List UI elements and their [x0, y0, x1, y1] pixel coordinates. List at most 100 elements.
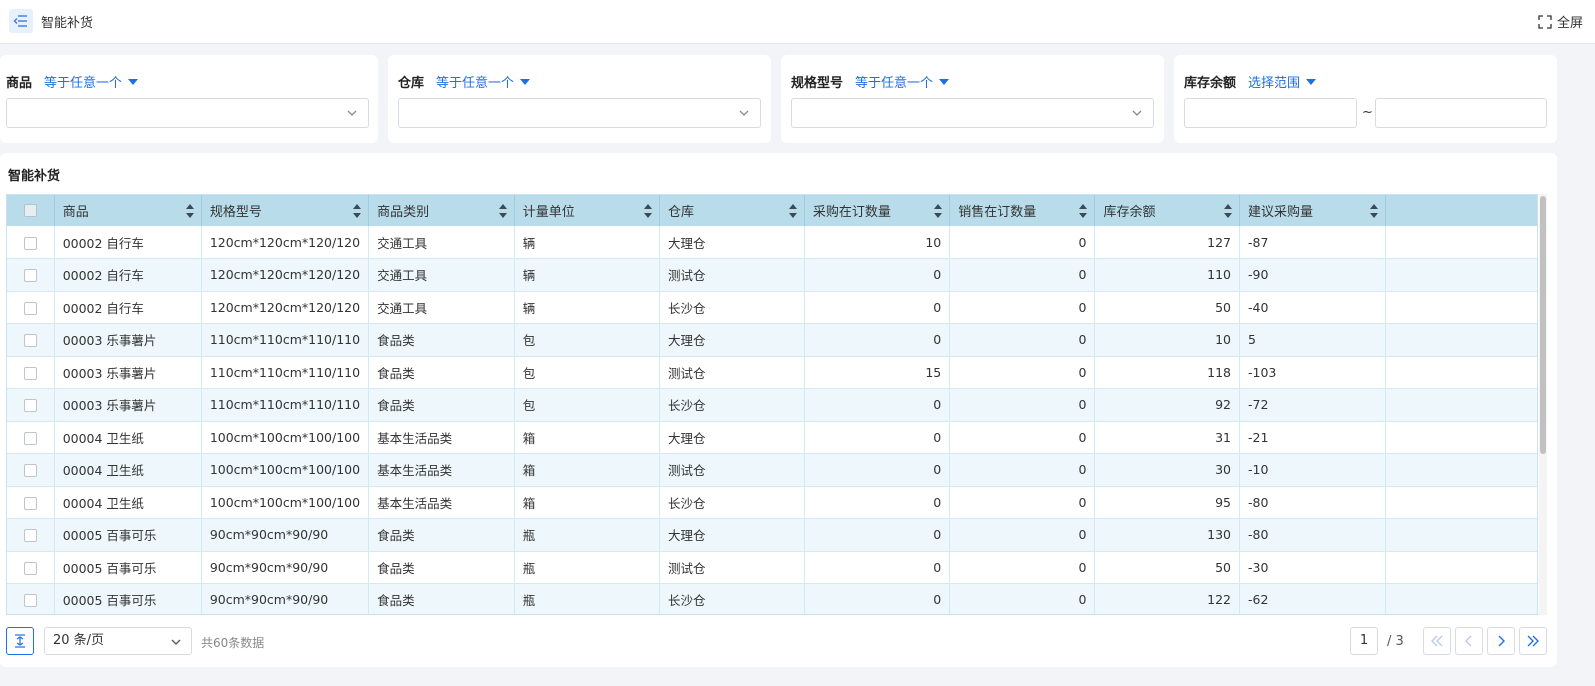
fullscreen-icon — [1538, 14, 1552, 29]
table-cell: 127 — [1094, 226, 1241, 259]
table-row[interactable]: 00004 卫生纸 100cm*100cm*100/100 基本生活品类箱测试仓 0 0… — [7, 453, 1537, 487]
stock-max-input[interactable] — [1375, 98, 1547, 128]
first-page-button[interactable] — [1423, 627, 1451, 655]
table-row[interactable]: 00005 百事可乐 90cm*90cm*90/90 食品类瓶测试仓 0 0 50 -30 — [7, 551, 1537, 584]
table-cell: 包 — [514, 323, 661, 357]
table-row[interactable]: 00005 百事可乐 90cm*90cm*90/90 食品类瓶大理仓 0 0 130 -80 — [7, 518, 1537, 552]
table-cell: -40 — [1239, 291, 1386, 324]
table-row[interactable]: 00005 百事可乐 90cm*90cm*90/90 食品类瓶长沙仓 0 0 122 -62 — [7, 583, 1537, 614]
row-checkbox[interactable] — [7, 291, 55, 324]
table-cell: 瓶 — [514, 583, 661, 614]
table-cell: 0 — [949, 551, 1096, 584]
next-page-button[interactable] — [1487, 627, 1515, 655]
sort-icon[interactable] — [1078, 203, 1088, 219]
sort-icon[interactable] — [1369, 203, 1379, 219]
table-cell: 长沙仓 — [659, 291, 805, 324]
warehouse-select[interactable] — [398, 98, 761, 128]
chevron-left-icon — [1465, 635, 1472, 647]
column-header[interactable]: 采购在订数量 — [804, 195, 951, 226]
row-checkbox[interactable] — [7, 551, 55, 584]
table-row[interactable]: 00003 乐事薯片 110cm*110cm*110/110 食品类包大理仓 0 0 10… — [7, 323, 1537, 357]
row-checkbox[interactable] — [7, 486, 55, 519]
expand-button[interactable] — [6, 627, 34, 655]
table-cell: 测试仓 — [659, 551, 805, 584]
table-cell: 50 — [1094, 551, 1241, 584]
select-all-checkbox[interactable] — [7, 195, 55, 226]
column-header[interactable]: 计量单位 — [514, 195, 661, 226]
table-cell: 00004 卫生纸 — [54, 486, 202, 519]
table-cell: 15 — [804, 356, 951, 389]
column-header[interactable]: 销售在订数量 — [949, 195, 1096, 226]
column-header[interactable]: 库存余额 — [1094, 195, 1241, 226]
table-cell: 92 — [1094, 388, 1241, 422]
prev-page-button[interactable] — [1455, 627, 1483, 655]
row-filler — [1385, 583, 1537, 614]
current-page-input[interactable]: 1 — [1350, 627, 1378, 655]
table-cell: 0 — [949, 258, 1096, 292]
product-select[interactable] — [6, 98, 369, 128]
stock-min-input[interactable] — [1184, 98, 1357, 128]
column-header[interactable]: 商品 — [54, 195, 202, 226]
sort-icon[interactable] — [185, 203, 195, 219]
table-cell: 00002 自行车 — [54, 258, 202, 292]
menu-collapse-icon[interactable] — [9, 9, 33, 33]
row-checkbox[interactable] — [7, 453, 55, 487]
row-checkbox[interactable] — [7, 518, 55, 552]
table-cell: -62 — [1239, 583, 1386, 614]
table-cell: 箱 — [514, 453, 661, 487]
filter-operator-dropdown[interactable]: 等于任意一个 — [44, 72, 139, 91]
table-row[interactable]: 00002 自行车 120cm*120cm*120/120 交通工具辆长沙仓 0 0 50… — [7, 291, 1537, 324]
table-cell: 食品类 — [368, 518, 515, 552]
table-row[interactable]: 00004 卫生纸 100cm*100cm*100/100 基本生活品类箱长沙仓 0 0… — [7, 486, 1537, 519]
column-header[interactable]: 规格型号 — [201, 195, 370, 226]
sort-icon[interactable] — [1223, 203, 1233, 219]
sort-icon[interactable] — [933, 203, 943, 219]
table-cell: 5 — [1239, 323, 1386, 357]
row-checkbox[interactable] — [7, 583, 55, 614]
header-filler — [1385, 195, 1537, 226]
scrollbar-thumb[interactable] — [1540, 196, 1546, 454]
filter-operator-dropdown[interactable]: 等于任意一个 — [436, 72, 531, 91]
filter-stock-balance: 库存余额 选择范围 ~ — [1174, 55, 1557, 143]
table-cell: 0 — [949, 421, 1096, 454]
table-cell: 交通工具 — [368, 226, 515, 259]
table-cell: 食品类 — [368, 583, 515, 614]
sort-icon[interactable] — [788, 203, 798, 219]
sort-icon[interactable] — [498, 203, 508, 219]
row-checkbox[interactable] — [7, 356, 55, 389]
column-header[interactable]: 商品类别 — [368, 195, 515, 226]
row-filler — [1385, 323, 1537, 357]
filter-operator-dropdown[interactable]: 等于任意一个 — [855, 72, 950, 91]
table-cell: 10 — [804, 226, 951, 259]
vertical-scrollbar[interactable] — [1539, 194, 1547, 615]
table-row[interactable]: 00002 自行车 120cm*120cm*120/120 交通工具辆测试仓 0 0 11… — [7, 258, 1537, 292]
table-cell: 箱 — [514, 486, 661, 519]
table-cell: 00005 百事可乐 — [54, 583, 202, 614]
table-cell: 瓶 — [514, 551, 661, 584]
row-checkbox[interactable] — [7, 226, 55, 259]
page-size-select[interactable]: 20 条/页 — [44, 627, 192, 655]
filter-operator-dropdown[interactable]: 选择范围 — [1248, 72, 1317, 91]
last-page-button[interactable] — [1519, 627, 1547, 655]
spec-select[interactable] — [791, 98, 1154, 128]
table-row[interactable]: 00003 乐事薯片 110cm*110cm*110/110 食品类包测试仓 15 0 1… — [7, 356, 1537, 389]
table-row[interactable]: 00002 自行车 120cm*120cm*120/120 交通工具辆大理仓 10 0 1… — [7, 226, 1537, 259]
row-checkbox[interactable] — [7, 323, 55, 357]
row-filler — [1385, 453, 1537, 487]
row-checkbox[interactable] — [7, 388, 55, 422]
table-row[interactable]: 00003 乐事薯片 110cm*110cm*110/110 食品类包长沙仓 0 0 92… — [7, 388, 1537, 422]
column-header[interactable]: 仓库 — [659, 195, 805, 226]
row-checkbox[interactable] — [7, 421, 55, 454]
sort-icon[interactable] — [643, 203, 653, 219]
table-cell: 包 — [514, 388, 661, 422]
range-separator: ~ — [1362, 105, 1373, 120]
row-checkbox[interactable] — [7, 258, 55, 292]
table-row[interactable]: 00004 卫生纸 100cm*100cm*100/100 基本生活品类箱大理仓 0 0… — [7, 421, 1537, 454]
table-cell: 122 — [1094, 583, 1241, 614]
fullscreen-button[interactable]: 全屏 — [1538, 12, 1583, 31]
table-cell: 00003 乐事薯片 — [54, 356, 202, 389]
column-header[interactable]: 建议采购量 — [1239, 195, 1386, 226]
table-cell: -90 — [1239, 258, 1386, 292]
sort-icon[interactable] — [352, 203, 362, 219]
chevron-right-icon — [1498, 635, 1505, 647]
